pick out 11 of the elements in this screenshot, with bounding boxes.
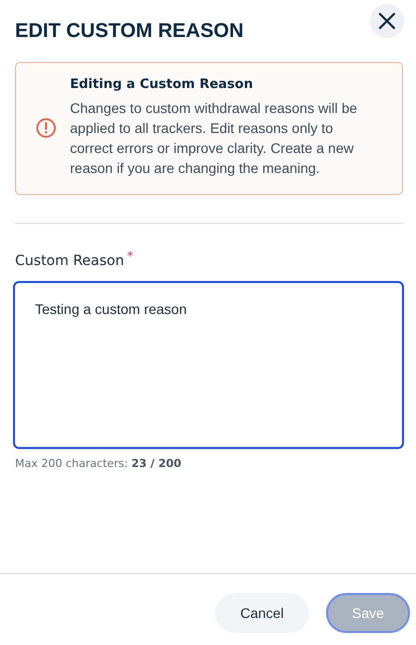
cancel-button[interactable]: Cancel bbox=[215, 593, 309, 633]
alert-message: Changes to custom withdrawal reasons will be applied to all trackers. Edit reasons only to correct errors or improve clarity. Create a new reason if you are changing the meaning. bbox=[70, 99, 358, 178]
field-label: Custom Reason bbox=[15, 253, 124, 269]
exclamation-icon bbox=[36, 118, 56, 138]
input-field[interactable]: Testing a custom reason bbox=[13, 281, 404, 449]
close-button[interactable] bbox=[370, 4, 404, 38]
character-counter: Max 200 characters: 23 / 200 bbox=[15, 457, 182, 470]
close-icon bbox=[378, 12, 396, 30]
dialog-title: EDIT CUSTOM REASON bbox=[15, 20, 244, 43]
alert-title: Editing a Custom Reason bbox=[70, 77, 254, 92]
required-mark: * bbox=[127, 249, 134, 265]
